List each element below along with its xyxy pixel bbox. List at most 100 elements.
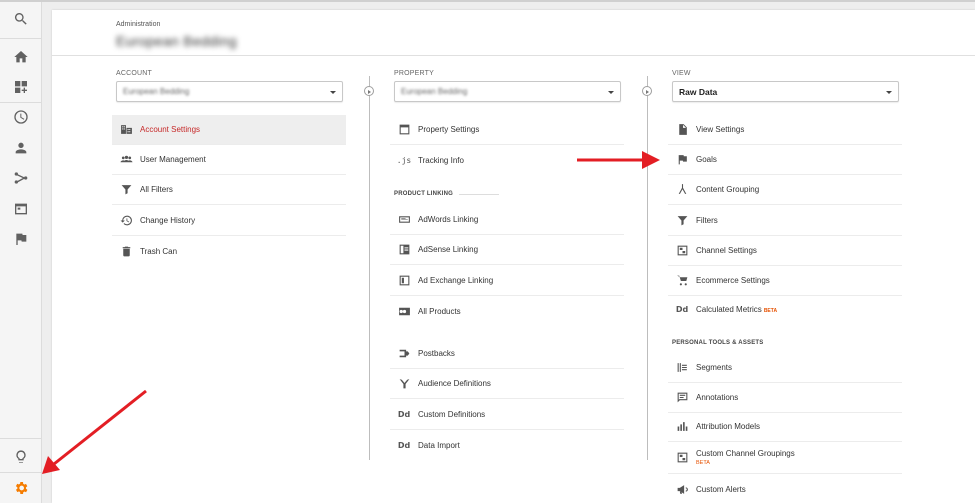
account-selector-value: European Bedding: [123, 87, 190, 96]
admin-gear-icon[interactable]: [0, 473, 42, 503]
channel-settings-item[interactable]: Channel Settings: [668, 236, 902, 266]
filters-item[interactable]: Filters: [668, 206, 902, 236]
clock-icon[interactable]: [0, 102, 42, 132]
chevron-right-icon: [364, 86, 374, 96]
user-management-item[interactable]: User Management: [112, 145, 346, 175]
chevron-down-icon: [330, 91, 336, 94]
change-history-label: Change History: [140, 216, 196, 225]
all-products-item[interactable]: All Products: [390, 296, 624, 326]
custom-channel-groupings-label: Custom Channel Groupings BETA: [696, 449, 795, 466]
dd-icon: Dd: [397, 440, 411, 450]
custom-definitions-label: Custom Definitions: [418, 410, 486, 419]
view-column-label: VIEW: [672, 70, 691, 77]
annotations-icon: [668, 391, 696, 404]
postbacks-icon: [390, 347, 418, 360]
audience-definitions-item[interactable]: Audience Definitions: [390, 369, 624, 399]
behavior-icon[interactable]: [0, 194, 42, 224]
ad-exchange-icon: [390, 274, 418, 287]
grouping-icon: [668, 183, 696, 196]
attribution-icon: [668, 420, 696, 433]
calculated-metrics-text: Calculated Metrics: [696, 304, 762, 314]
audience-definitions-label: Audience Definitions: [418, 379, 491, 388]
chevron-down-icon: [886, 91, 892, 94]
audience-icon: [390, 377, 418, 390]
adwords-linking-item[interactable]: AdWords Linking: [390, 205, 624, 235]
ad-exchange-linking-item[interactable]: Ad Exchange Linking: [390, 266, 624, 296]
content-grouping-label: Content Grouping: [696, 185, 760, 194]
custom-channel-groupings-item[interactable]: Custom Channel Groupings BETA: [668, 442, 902, 474]
left-nav-rail: [0, 2, 42, 503]
filter-icon: [668, 214, 696, 227]
custom-alerts-item[interactable]: Custom Alerts: [668, 474, 902, 503]
customization-icon[interactable]: [0, 72, 42, 102]
all-products-icon: [390, 305, 418, 318]
custom-definitions-item[interactable]: Dd Custom Definitions: [390, 400, 624, 430]
cart-icon: [668, 274, 696, 287]
admin-label: Administration: [116, 21, 161, 28]
view-selector[interactable]: Raw Data: [672, 81, 899, 102]
ecommerce-settings-label: Ecommerce Settings: [696, 276, 770, 285]
beta-badge: BETA: [696, 460, 710, 466]
all-filters-label: All Filters: [140, 185, 173, 194]
history-icon: [112, 214, 140, 227]
trash-icon: [112, 245, 140, 258]
property-settings-label: Property Settings: [418, 125, 480, 134]
adsense-linking-item[interactable]: AdSense Linking: [390, 235, 624, 265]
personal-tools-title-text: PERSONAL TOOLS & ASSETS: [672, 340, 764, 346]
window-icon: [390, 123, 418, 136]
view-settings-label: View Settings: [696, 125, 745, 134]
search-icon[interactable]: [0, 4, 42, 34]
property-column-label: PROPERTY: [394, 70, 434, 77]
property-settings-item[interactable]: Property Settings: [390, 115, 624, 145]
adsense-icon: [390, 243, 418, 256]
view-settings-item[interactable]: View Settings: [668, 115, 902, 145]
account-column-label: ACCOUNT: [116, 70, 153, 77]
trash-can-label: Trash Can: [140, 246, 178, 256]
annotations-item[interactable]: Annotations: [668, 383, 902, 413]
ecommerce-settings-item[interactable]: Ecommerce Settings: [668, 266, 902, 296]
custom-alerts-label: Custom Alerts: [696, 484, 746, 494]
view-selector-value: Raw Data: [679, 87, 718, 97]
goals-label: Goals: [696, 155, 717, 164]
dd-icon: Dd: [397, 410, 411, 419]
calculated-metrics-item[interactable]: Dd Calculated Metrics BETA: [668, 294, 902, 324]
data-import-item[interactable]: Dd Data Import: [390, 430, 624, 460]
content-grouping-item[interactable]: Content Grouping: [668, 175, 902, 205]
property-selector[interactable]: European Bedding: [394, 81, 621, 102]
home-icon[interactable]: [0, 42, 42, 72]
chevron-right-icon: [642, 86, 652, 96]
all-filters-item[interactable]: All Filters: [112, 175, 346, 205]
attribution-models-item[interactable]: Attribution Models: [668, 412, 902, 442]
person-icon[interactable]: [0, 133, 42, 163]
product-linking-title-text: PRODUCT LINKING: [394, 191, 453, 197]
change-history-item[interactable]: Change History: [112, 206, 346, 236]
ad-exchange-linking-label: Ad Exchange Linking: [418, 276, 494, 285]
segments-item[interactable]: Segments: [668, 353, 902, 383]
lightbulb-icon[interactable]: [0, 442, 42, 472]
acquisition-icon[interactable]: [0, 163, 42, 193]
account-name-title: European Bedding: [116, 33, 237, 49]
flag-icon[interactable]: [0, 224, 42, 254]
postbacks-item[interactable]: Postbacks: [390, 339, 624, 369]
adwords-icon: [390, 213, 418, 226]
admin-panel: Administration European Bedding ACCOUNT …: [52, 10, 975, 503]
account-property-connector: [369, 76, 370, 460]
segments-label: Segments: [696, 363, 733, 372]
annotations-label: Annotations: [696, 393, 739, 402]
account-settings-item[interactable]: Account Settings: [112, 115, 346, 145]
property-selector-value: European Bedding: [401, 87, 468, 96]
all-products-label: All Products: [418, 306, 461, 316]
calculated-metrics-label: Calculated Metrics BETA: [696, 305, 777, 314]
megaphone-icon: [668, 483, 696, 496]
personal-tools-title: PERSONAL TOOLS & ASSETS: [672, 340, 764, 346]
account-settings-label: Account Settings: [140, 125, 201, 134]
goals-item[interactable]: Goals: [668, 145, 902, 175]
data-import-label: Data Import: [418, 440, 460, 450]
trash-can-item[interactable]: Trash Can: [112, 236, 346, 266]
account-selector[interactable]: European Bedding: [116, 81, 343, 102]
tracking-info-item[interactable]: .js Tracking Info: [390, 145, 624, 175]
product-linking-title: PRODUCT LINKING: [394, 191, 499, 197]
tracking-info-label: Tracking Info: [418, 155, 464, 165]
channel-icon: [668, 451, 696, 464]
channel-settings-label: Channel Settings: [696, 246, 757, 255]
